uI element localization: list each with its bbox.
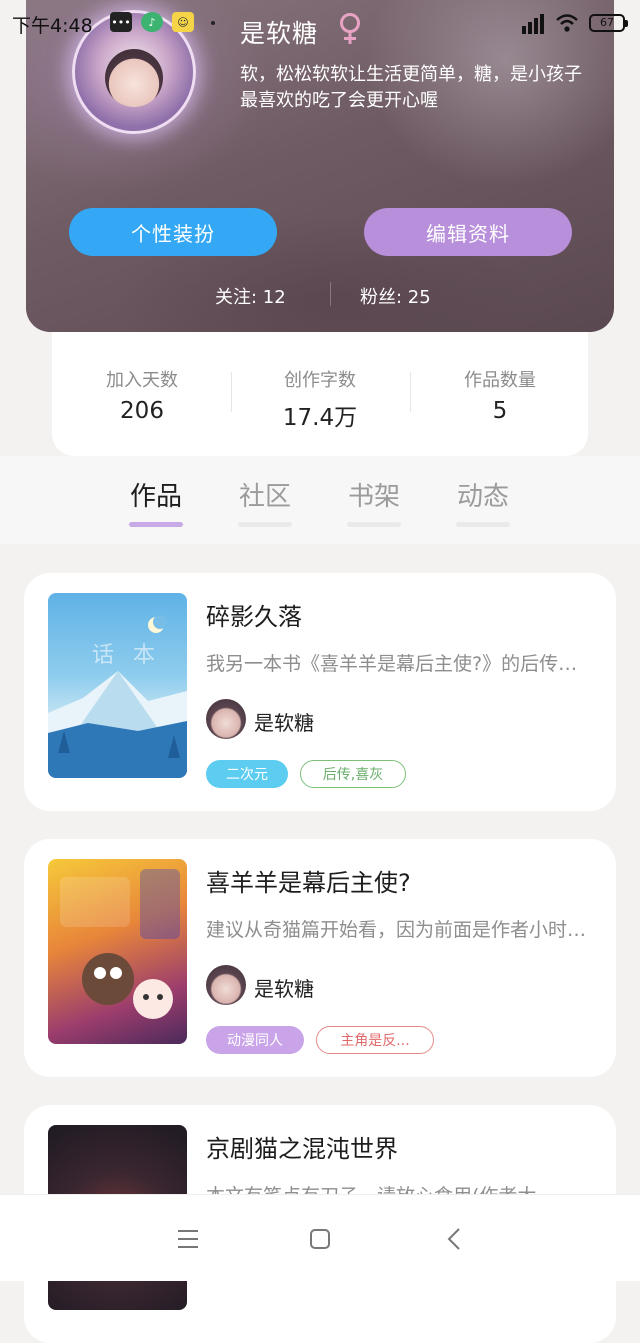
book-title[interactable]: 碎影久落 bbox=[206, 597, 302, 632]
tab-bookshelf[interactable]: 书架 bbox=[334, 476, 414, 513]
stat-work-count: 作品数量 5 bbox=[410, 366, 590, 424]
more-notifications-icon bbox=[211, 21, 215, 25]
tab-bookshelf-indicator bbox=[347, 522, 401, 527]
follow-divider bbox=[330, 282, 331, 306]
mountain-illustration bbox=[48, 615, 187, 778]
tab-community-indicator bbox=[238, 522, 292, 527]
stats-card: 加入天数 206 创作字数 17.4万 作品数量 5 bbox=[52, 332, 588, 456]
stat-join-days: 加入天数 206 bbox=[52, 366, 232, 424]
signal-icon bbox=[522, 14, 544, 34]
stat-label: 创作字数 bbox=[284, 370, 356, 391]
battery-icon: 67 bbox=[589, 14, 628, 32]
author-name[interactable]: 是软糖 bbox=[254, 973, 314, 1002]
profile-bio: 软，松松软软让生活更简单，糖，是小孩子最喜欢的吃了会更开心喔 bbox=[240, 64, 582, 111]
tag-genre[interactable]: 动漫同人 bbox=[206, 1026, 304, 1054]
tab-works[interactable]: 作品 bbox=[116, 476, 196, 513]
system-navigation-bar bbox=[0, 1194, 640, 1281]
author-avatar[interactable] bbox=[206, 965, 246, 1005]
back-icon[interactable] bbox=[446, 1227, 462, 1251]
status-bar: 下午4:48 ••• ♪ ☺ 67 bbox=[0, 0, 640, 48]
message-icon: ••• bbox=[110, 12, 132, 32]
book-card[interactable]: 话 本 碎影久落 我另一本书《喜羊羊是幕后主使?》的后传，喜灰 是软糖 二次元 … bbox=[24, 573, 616, 811]
tabs-background bbox=[0, 456, 640, 544]
book-description: 我另一本书《喜羊羊是幕后主使?》的后传，喜灰 bbox=[206, 653, 594, 675]
tag-genre[interactable]: 二次元 bbox=[206, 760, 288, 788]
tag-keyword[interactable]: 主角是反... bbox=[316, 1026, 434, 1054]
edit-profile-button[interactable]: 编辑资料 bbox=[364, 208, 572, 256]
status-time: 下午4:48 bbox=[12, 15, 93, 37]
stat-label: 加入天数 bbox=[106, 370, 178, 391]
stat-divider bbox=[231, 372, 232, 412]
book-cover[interactable]: 话 本 bbox=[48, 593, 187, 778]
book-title[interactable]: 京剧猫之混沌世界 bbox=[206, 1129, 398, 1164]
tab-activity-indicator bbox=[456, 522, 510, 527]
following-count[interactable]: 关注: 12 bbox=[215, 283, 286, 309]
stat-word-count: 创作字数 17.4万 bbox=[230, 366, 410, 432]
stat-divider bbox=[410, 372, 411, 412]
stat-label: 作品数量 bbox=[464, 370, 536, 391]
tag-keyword[interactable]: 后传,喜灰 bbox=[300, 760, 406, 788]
cover-watermark: 话 本 bbox=[92, 643, 161, 668]
profile-header: 是软糖 软，松松软软让生活更简单，糖，是小孩子最喜欢的吃了会更开心喔 个性装扮 … bbox=[26, 0, 614, 332]
tab-activity[interactable]: 动态 bbox=[443, 476, 523, 513]
home-icon[interactable] bbox=[309, 1228, 331, 1250]
stat-value: 206 bbox=[120, 398, 164, 424]
book-card[interactable]: 喜羊羊是幕后主使? 建议从奇猫篇开始看，因为前面是作者小时候写的 是软糖 动漫同… bbox=[24, 839, 616, 1077]
personal-dress-up-button[interactable]: 个性装扮 bbox=[69, 208, 277, 256]
tab-works-indicator bbox=[129, 522, 183, 527]
menu-icon[interactable] bbox=[176, 1229, 200, 1249]
book-description: 建议从奇猫篇开始看，因为前面是作者小时候写的 bbox=[206, 919, 594, 941]
book-cover[interactable] bbox=[48, 859, 187, 1044]
cartoon-illustration bbox=[60, 869, 180, 1019]
wifi-icon bbox=[556, 14, 578, 32]
chat-app-icon: ☺ bbox=[172, 12, 194, 32]
followers-count[interactable]: 粉丝: 25 bbox=[360, 283, 431, 309]
book-title[interactable]: 喜羊羊是幕后主使? bbox=[206, 863, 411, 898]
tab-community[interactable]: 社区 bbox=[225, 476, 305, 513]
stat-value: 17.4万 bbox=[282, 405, 358, 431]
app-notification-icon: ♪ bbox=[141, 12, 163, 32]
author-avatar[interactable] bbox=[206, 699, 246, 739]
author-name[interactable]: 是软糖 bbox=[254, 707, 314, 736]
stat-value: 5 bbox=[492, 398, 508, 424]
avatar-face bbox=[105, 49, 163, 107]
